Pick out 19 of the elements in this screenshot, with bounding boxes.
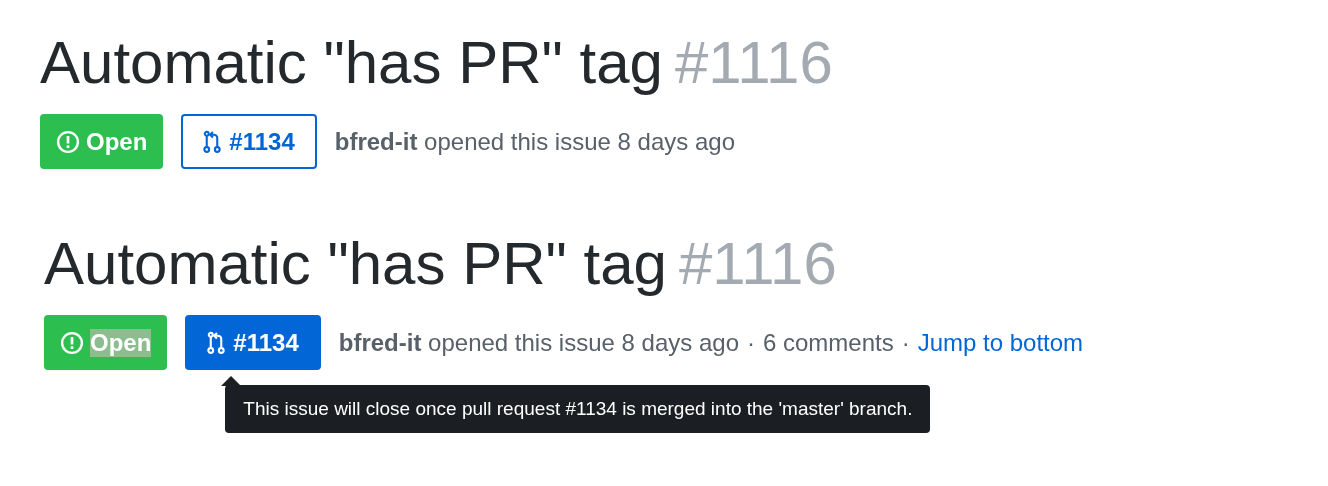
tooltip: This issue will close once pull request #1134 is merged into the 'master' branch. [225,385,931,433]
issue-number: #1116 [678,230,837,297]
pull-request-link[interactable]: #1134 [181,114,317,169]
pull-request-icon [203,129,222,154]
issue-byline: bfred-it opened this issue 8 days ago [338,328,739,357]
status-badge: Open [44,315,168,370]
pull-request-icon [207,330,226,355]
separator-dot: · [901,328,910,357]
issue-title: Automatic "has PR" tag [44,230,667,297]
alert-icon [56,129,80,154]
issue-number: #1116 [674,29,833,96]
pull-request-link[interactable]: #1134 [185,315,321,370]
jump-link[interactable]: Jump to bottom [917,328,1084,357]
alert-icon [60,330,84,355]
status-badge: Open [40,114,164,169]
comment-count: 6 comments [763,328,894,357]
separator-dot: · [747,328,755,357]
issue-byline: bfred-it opened this issue 8 days ago [334,127,735,156]
issue-title: Automatic "has PR" tag [40,29,663,96]
